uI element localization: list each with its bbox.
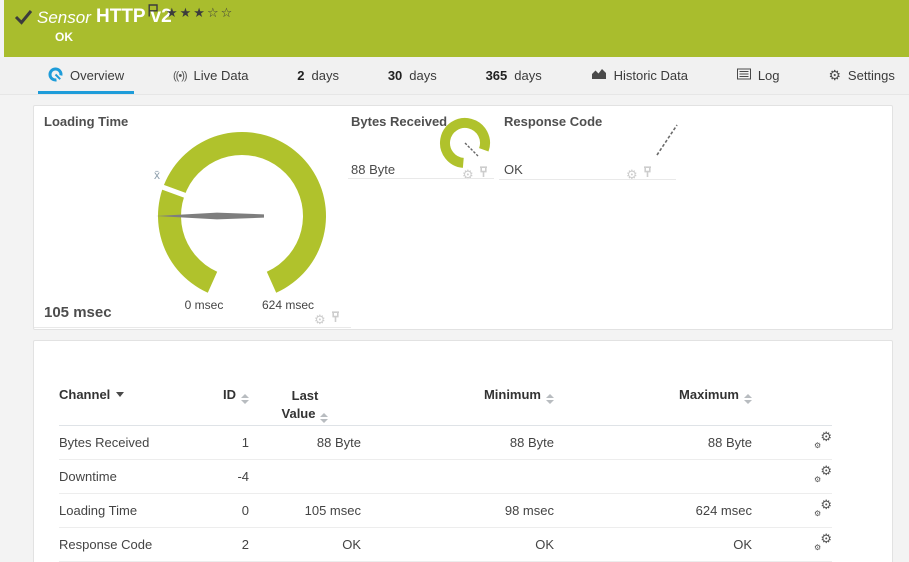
cell-divider xyxy=(34,327,351,328)
tab-365-days[interactable]: 365 days xyxy=(484,57,544,94)
tab-label: Live Data xyxy=(194,68,249,83)
gauge-needle xyxy=(465,143,478,156)
gauge-icon xyxy=(48,67,63,85)
tab-label: Settings xyxy=(848,68,895,83)
table-row: Bytes Received 1 88 Byte 88 Byte 88 Byte… xyxy=(59,426,832,460)
gauge-max-label: 624 msec xyxy=(256,298,320,312)
prtg-sensor-page: Sensor HTTP v2 ★★★☆☆ OK Overview ((•)) L… xyxy=(0,0,909,562)
tab-label: days xyxy=(312,68,339,83)
bytes-received-value: 88 Byte xyxy=(351,162,395,177)
tab-label: days xyxy=(514,68,541,83)
channel-minimum: 88 Byte xyxy=(361,426,554,460)
check-icon xyxy=(14,9,33,30)
pin-icon[interactable] xyxy=(642,165,653,183)
tab-label: days xyxy=(409,68,436,83)
channel-last-value xyxy=(249,460,361,494)
gauge-title-response-code: Response Code xyxy=(504,114,602,129)
table-header-row: Channel ID Last Value Minimum Maximum xyxy=(59,383,832,426)
gear-icon: ⚙ xyxy=(828,67,841,84)
channels-panel: Channel ID Last Value Minimum Maximum By… xyxy=(33,340,893,562)
channel-settings-icon[interactable]: ⚙⚙ xyxy=(813,468,832,483)
channel-minimum: OK xyxy=(361,528,554,562)
cell-divider xyxy=(348,178,494,179)
channel-maximum: 88 Byte xyxy=(554,426,752,460)
channel-name[interactable]: Response Code xyxy=(59,528,219,562)
channel-minimum xyxy=(361,460,554,494)
channel-id: 2 xyxy=(219,528,249,562)
tab-live-data[interactable]: ((•)) Live Data xyxy=(171,57,250,94)
cell-divider xyxy=(499,179,676,180)
cell-actions: ⚙ xyxy=(462,165,489,183)
channel-name[interactable]: Bytes Received xyxy=(59,426,219,460)
column-header-channel[interactable]: Channel xyxy=(59,383,219,426)
tab-log[interactable]: Log xyxy=(735,57,782,94)
column-header-minimum[interactable]: Minimum xyxy=(361,383,554,426)
tab-bar: Overview ((•)) Live Data 2 days 30 days … xyxy=(0,57,909,95)
channel-settings-icon[interactable]: ⚙⚙ xyxy=(813,434,832,449)
sensor-header: Sensor HTTP v2 ★★★☆☆ OK xyxy=(4,0,909,57)
loading-time-value: 105 msec xyxy=(44,304,112,321)
channel-settings-icon[interactable]: ⚙⚙ xyxy=(813,536,832,551)
channel-minimum: 98 msec xyxy=(361,494,554,528)
cell-actions: ⚙ xyxy=(314,310,341,328)
tab-30-days[interactable]: 30 days xyxy=(386,57,439,94)
sort-icon xyxy=(744,394,752,404)
column-header-id[interactable]: ID xyxy=(219,383,249,426)
sensor-status-badge: OK xyxy=(55,30,73,44)
channel-id: 1 xyxy=(219,426,249,460)
sort-icon xyxy=(546,394,554,404)
channel-last-value: 88 Byte xyxy=(249,426,361,460)
flag-icon[interactable] xyxy=(148,4,158,22)
channel-maximum: OK xyxy=(554,528,752,562)
tab-overview[interactable]: Overview xyxy=(46,57,126,94)
gear-icon[interactable]: ⚙ xyxy=(314,313,326,326)
tab-number: 365 xyxy=(486,68,508,83)
table-row: Response Code 2 OK OK OK ⚙⚙ xyxy=(59,528,832,562)
column-header-last-value[interactable]: Last Value xyxy=(249,383,361,426)
gauge-title-loading-time: Loading Time xyxy=(44,114,128,129)
channel-name[interactable]: Downtime xyxy=(59,460,219,494)
tab-label: Log xyxy=(758,68,780,83)
average-marker: x̄ xyxy=(154,168,160,182)
tab-label: Historic Data xyxy=(614,68,688,83)
channel-maximum xyxy=(554,460,752,494)
log-icon xyxy=(737,68,751,83)
tab-settings[interactable]: ⚙ Settings xyxy=(826,57,897,94)
sort-icon xyxy=(320,413,328,423)
tab-historic-data[interactable]: Historic Data xyxy=(589,57,690,94)
tab-2-days[interactable]: 2 days xyxy=(295,57,341,94)
gauge-min-label: 0 msec xyxy=(172,298,236,312)
historic-data-icon xyxy=(591,68,607,83)
sort-icon xyxy=(241,394,249,404)
channels-table: Channel ID Last Value Minimum Maximum By… xyxy=(59,383,832,562)
sensor-name: HTTP v2 xyxy=(96,6,172,28)
sort-desc-icon xyxy=(116,392,124,397)
channel-name[interactable]: Loading Time xyxy=(59,494,219,528)
table-row: Loading Time 0 105 msec 98 msec 624 msec… xyxy=(59,494,832,528)
response-code-value: OK xyxy=(504,162,523,177)
gauges-panel: Loading Time x̄ 0 msec 624 msec 105 msec… xyxy=(33,105,893,330)
loading-time-gauge: x̄ xyxy=(142,116,342,301)
pin-icon[interactable] xyxy=(478,165,489,183)
channel-last-value: OK xyxy=(249,528,361,562)
tab-number: 30 xyxy=(388,68,402,83)
column-header-maximum[interactable]: Maximum xyxy=(554,383,752,426)
tab-label: Overview xyxy=(70,68,124,83)
sensor-type-label: Sensor xyxy=(37,8,91,28)
tab-number: 2 xyxy=(297,68,304,83)
gauge-needle xyxy=(657,125,677,155)
cell-actions: ⚙ xyxy=(626,165,653,183)
priority-stars[interactable]: ★★★☆☆ xyxy=(166,5,234,21)
live-data-icon: ((•)) xyxy=(173,70,187,82)
table-row: Downtime -4 ⚙⚙ xyxy=(59,460,832,494)
pin-icon[interactable] xyxy=(330,310,341,328)
channel-last-value: 105 msec xyxy=(249,494,361,528)
channel-settings-icon[interactable]: ⚙⚙ xyxy=(813,502,832,517)
column-header-actions xyxy=(752,383,832,426)
channel-id: -4 xyxy=(219,460,249,494)
channel-id: 0 xyxy=(219,494,249,528)
channel-maximum: 624 msec xyxy=(554,494,752,528)
response-code-gauge xyxy=(652,122,682,158)
